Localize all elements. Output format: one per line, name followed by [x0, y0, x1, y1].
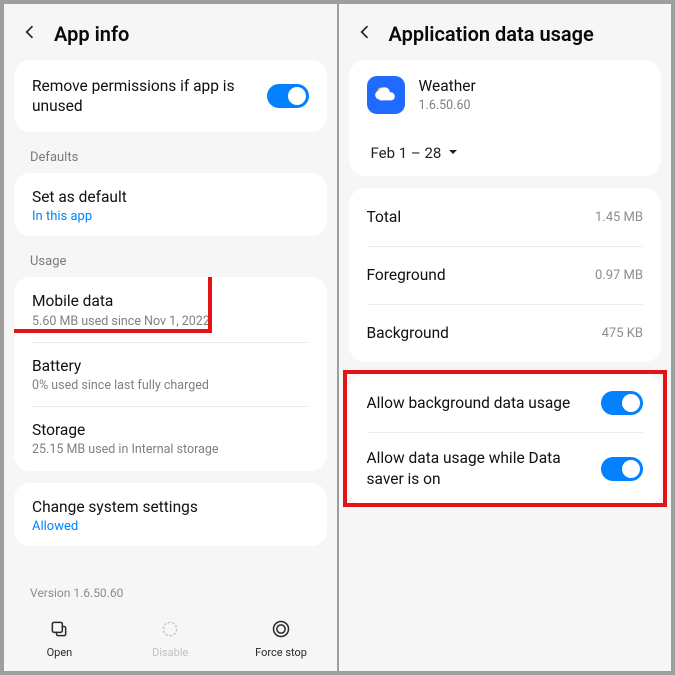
page-title: Application data usage	[389, 22, 594, 46]
mobile-data-label: Mobile data	[32, 291, 309, 311]
foreground-label: Foreground	[367, 265, 595, 285]
row-set-default[interactable]: Set as default In this app	[14, 173, 327, 236]
row-change-system-settings[interactable]: Change system settings Allowed	[14, 483, 327, 546]
header: Application data usage	[339, 4, 672, 60]
disable-icon	[160, 619, 180, 642]
row-remove-permissions[interactable]: Remove permissions if app is unused	[14, 60, 327, 132]
change-sys-label: Change system settings	[32, 497, 309, 517]
toggle-allow-data-saver[interactable]	[601, 457, 643, 481]
back-icon[interactable]	[20, 22, 40, 46]
row-storage[interactable]: Storage 25.15 MB used in Internal storag…	[14, 406, 327, 470]
section-defaults: Defaults	[4, 144, 337, 173]
force-stop-label: Force stop	[255, 646, 307, 659]
open-icon	[49, 619, 69, 642]
allow-bg-label: Allow background data usage	[367, 393, 602, 413]
bottom-bar: Open Disable Force stop	[4, 607, 337, 671]
screen-app-info: App info Remove permissions if app is un…	[4, 4, 337, 671]
battery-sub: 0% used since last fully charged	[32, 378, 309, 394]
open-label: Open	[47, 646, 73, 659]
row-date-range[interactable]: Feb 1 – 28	[349, 130, 662, 176]
force-stop-button[interactable]: Force stop	[226, 607, 337, 671]
open-button[interactable]: Open	[4, 607, 115, 671]
weather-app-icon	[367, 76, 405, 114]
toggle-remove-permissions[interactable]	[267, 84, 309, 108]
row-background: Background 475 KB	[349, 304, 662, 362]
allow-ds-label: Allow data usage while Data saver is on	[367, 448, 602, 488]
app-name: Weather	[419, 76, 644, 96]
storage-sub: 25.15 MB used in Internal storage	[32, 442, 309, 458]
row-allow-background[interactable]: Allow background data usage	[349, 374, 662, 432]
set-default-label: Set as default	[32, 187, 309, 207]
total-label: Total	[367, 207, 595, 227]
row-allow-data-saver[interactable]: Allow data usage while Data saver is on	[349, 432, 662, 504]
date-range-label: Feb 1 – 28	[371, 144, 442, 162]
page-title: App info	[54, 22, 129, 46]
remove-permissions-label: Remove permissions if app is unused	[32, 76, 267, 116]
battery-label: Battery	[32, 356, 309, 376]
row-battery[interactable]: Battery 0% used since last fully charged	[14, 342, 327, 406]
background-label: Background	[367, 323, 602, 343]
force-stop-icon	[271, 619, 291, 642]
row-foreground: Foreground 0.97 MB	[349, 246, 662, 304]
toggle-allow-background[interactable]	[601, 391, 643, 415]
app-version: 1.6.50.60	[419, 98, 644, 114]
disable-label: Disable	[152, 646, 188, 659]
change-sys-sub: Allowed	[32, 519, 309, 534]
chevron-down-icon	[447, 144, 459, 162]
set-default-sub: In this app	[32, 209, 309, 224]
back-icon[interactable]	[355, 22, 375, 46]
foreground-value: 0.97 MB	[595, 268, 643, 283]
disable-button: Disable	[115, 607, 226, 671]
row-total: Total 1.45 MB	[349, 188, 662, 246]
header: App info	[4, 4, 337, 60]
mobile-data-sub: 5.60 MB used since Nov 1, 2022	[32, 314, 309, 330]
background-value: 475 KB	[602, 326, 643, 341]
storage-label: Storage	[32, 420, 309, 440]
section-usage: Usage	[4, 248, 337, 277]
row-app-identity: Weather 1.6.50.60	[349, 60, 662, 130]
total-value: 1.45 MB	[595, 210, 643, 225]
screen-data-usage: Application data usage Weather 1.6.50.60…	[339, 4, 672, 671]
row-mobile-data[interactable]: Mobile data 5.60 MB used since Nov 1, 20…	[14, 277, 327, 341]
